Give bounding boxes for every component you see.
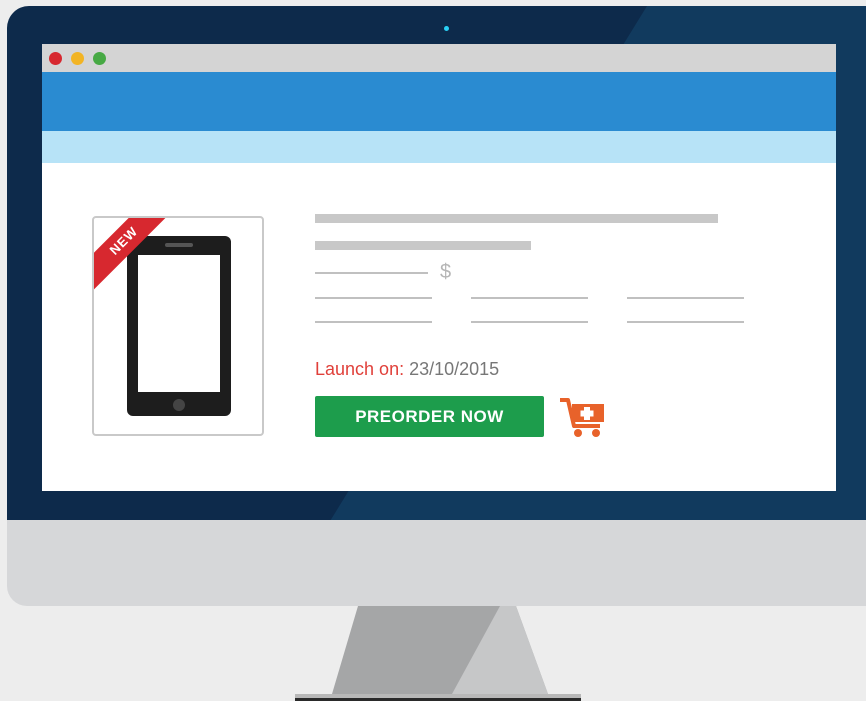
launch-date: 23/10/2015 bbox=[409, 359, 500, 379]
subtitle-placeholder-line bbox=[315, 241, 531, 250]
browser-titlebar bbox=[42, 44, 836, 72]
smartphone-image bbox=[127, 236, 231, 416]
maximize-dot-button[interactable] bbox=[93, 52, 106, 65]
phone-home-button bbox=[173, 399, 185, 411]
spec-placeholder-line bbox=[315, 321, 432, 323]
price-placeholder-line bbox=[315, 272, 428, 274]
launch-label: Launch on: bbox=[315, 359, 405, 379]
phone-screen bbox=[138, 255, 220, 392]
spec-placeholder-line bbox=[315, 297, 432, 299]
product-image-card[interactable]: NEW bbox=[92, 216, 264, 436]
minimize-dot-button[interactable] bbox=[71, 52, 84, 65]
browser-screen: NEW $ Launch on: 23/10/2015 PREORDER NOW bbox=[42, 44, 836, 491]
spec-placeholder-line bbox=[627, 297, 744, 299]
price-currency-symbol: $ bbox=[440, 261, 452, 283]
phone-speaker bbox=[165, 243, 193, 247]
preorder-button[interactable]: PREORDER NOW bbox=[315, 396, 544, 437]
close-dot-button[interactable] bbox=[49, 52, 62, 65]
add-to-cart-icon[interactable] bbox=[558, 396, 610, 438]
spec-placeholder-line bbox=[471, 321, 588, 323]
site-sub-nav-bar bbox=[42, 131, 836, 163]
spec-placeholder-line bbox=[471, 297, 588, 299]
title-placeholder-line bbox=[315, 214, 718, 223]
site-nav-bar bbox=[42, 72, 836, 131]
spec-placeholder-line bbox=[627, 321, 744, 323]
launch-date-line: Launch on: 23/10/2015 bbox=[315, 358, 499, 380]
